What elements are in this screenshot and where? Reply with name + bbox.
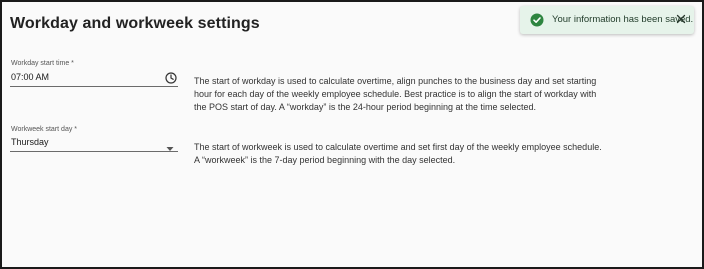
workweek-start-day-underline <box>10 151 178 152</box>
success-toast: Your information has been saved. <box>520 6 694 34</box>
workday-start-time-input[interactable]: 07:00 AM <box>10 68 178 88</box>
caret-down-icon[interactable] <box>166 139 174 151</box>
workday-start-time-underline <box>10 86 178 87</box>
workweek-start-day-select[interactable]: Thursday <box>10 134 178 152</box>
page-title: Workday and workweek settings <box>10 15 260 32</box>
workday-description: The start of workday is used to calculat… <box>194 76 597 112</box>
check-circle-icon <box>530 13 544 27</box>
toast-message: Your information has been saved. <box>552 14 694 25</box>
workweek-description: The start of workweek is used to calcula… <box>194 142 602 165</box>
settings-panel: Workday and workweek settings Your infor… <box>0 0 704 269</box>
workweek-start-day-label: Workweek start day * <box>11 126 78 133</box>
close-icon[interactable] <box>674 12 688 26</box>
workweek-start-day-value: Thursday <box>11 137 49 147</box>
workday-start-time-label: Workday start time * <box>11 60 74 67</box>
workday-start-time-value: 07:00 AM <box>11 72 50 82</box>
clock-icon[interactable] <box>165 71 177 84</box>
